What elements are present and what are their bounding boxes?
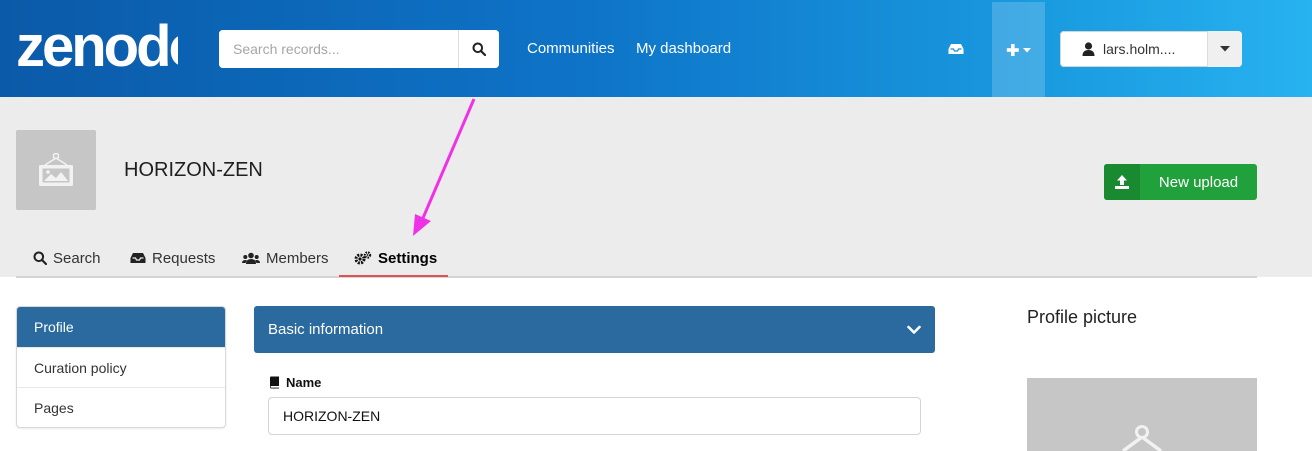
inbox-icon [948,44,964,54]
community-name-input[interactable] [268,397,921,435]
inbox-icon [130,253,146,263]
menu-item-profile[interactable]: Profile [17,307,225,347]
accordion-title: Basic information [268,321,384,338]
chevron-down-icon [907,325,921,334]
user-menu[interactable]: lars.holm.... [1060,31,1242,67]
community-logo [16,130,96,210]
inbox-button[interactable] [945,38,967,60]
tab-search-label: Search [53,249,101,267]
search-button[interactable] [458,30,499,68]
community-tabs: Search Requests Members Settings [16,238,1257,278]
menu-item-curation-policy[interactable]: Curation policy [17,347,225,387]
tab-members-label: Members [266,249,329,267]
user-name: lars.holm.... [1103,41,1176,57]
search-input[interactable] [219,30,458,68]
top-navbar: zenodo Communities My dashboard [0,0,1312,97]
profile-picture-placeholder[interactable] [1027,378,1257,451]
zenodo-logo[interactable]: zenodo [16,18,178,74]
community-title: HORIZON-ZEN [124,159,263,181]
user-icon [1082,42,1095,56]
tab-settings[interactable]: Settings [354,238,437,278]
svg-text:zenodo: zenodo [16,18,178,74]
search-icon [33,251,47,265]
users-icon [242,252,260,264]
book-icon [270,376,279,389]
search-bar [219,30,499,68]
basic-information-accordion[interactable]: Basic information [254,306,935,353]
tab-settings-label: Settings [378,249,438,267]
search-icon [472,42,486,56]
chevron-down-icon [1220,46,1230,52]
user-menu-caret[interactable] [1207,31,1242,67]
settings-menu: Profile Curation policy Pages [16,306,226,428]
dashboard-link[interactable]: My dashboard [636,40,731,57]
tab-requests-label: Requests [152,249,216,267]
menu-item-pages[interactable]: Pages [17,387,225,427]
image-placeholder-icon [1121,425,1163,451]
tab-requests[interactable]: Requests [130,238,215,278]
name-field-label: Name [269,375,321,390]
upload-icon [1115,175,1129,189]
name-label-text: Name [286,375,322,390]
plus-icon [1006,43,1031,56]
active-tab-indicator [339,275,448,277]
create-menu-button[interactable] [992,2,1045,97]
image-placeholder-icon [39,153,73,186]
tab-members[interactable]: Members [242,238,329,278]
upload-icon-box [1104,164,1140,200]
tab-search[interactable]: Search [33,238,101,278]
new-upload-label: New upload [1158,173,1239,191]
profile-picture-title: Profile picture [1027,307,1138,327]
user-menu-main[interactable]: lars.holm.... [1060,31,1207,67]
new-upload-button[interactable]: New upload [1104,164,1257,200]
cogs-icon [354,251,372,265]
communities-link[interactable]: Communities [527,40,615,57]
